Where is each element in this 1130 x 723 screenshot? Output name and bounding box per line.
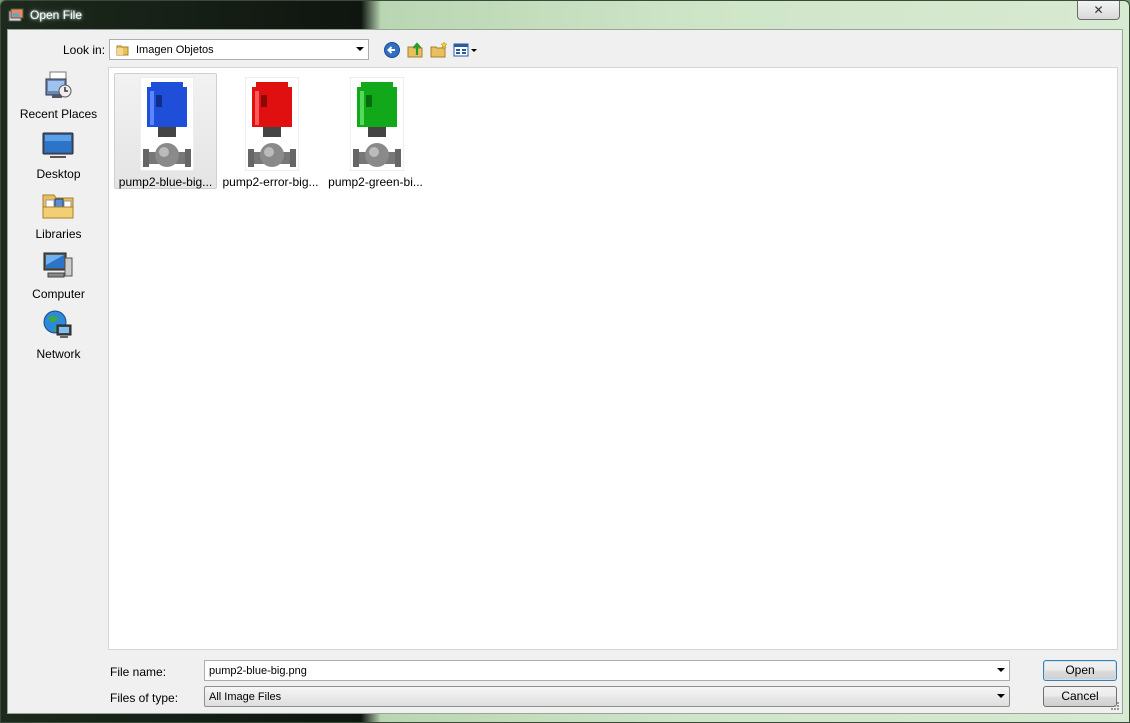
pump-green-thumbnail [350,77,404,171]
network-icon [43,310,72,338]
look-in-combo[interactable]: Imagen Objetos [109,39,369,60]
computer-icon [43,252,73,278]
place-network[interactable]: Network [9,309,108,369]
close-button[interactable]: ✕ [1077,1,1120,20]
file-type-label: Files of type: [110,691,179,705]
open-file-dialog: Open File ✕ Look in: Imagen Objetos Rece… [0,0,1130,723]
file-name: pump2-green-bi... [328,175,423,189]
up-folder-icon[interactable] [406,41,424,59]
close-icon: ✕ [1093,3,1104,17]
chevron-down-icon[interactable] [356,47,364,51]
cancel-button[interactable]: Cancel [1043,686,1117,707]
pump-red-thumbnail [245,77,299,171]
pump-blue-thumbnail [140,77,194,171]
back-arrow-icon[interactable] [383,41,401,59]
look-in-value: Imagen Objetos [136,44,214,56]
file-item-pump2-green[interactable]: pump2-green-bi... [324,73,427,189]
file-type-select[interactable]: All Image Files [204,686,1010,707]
place-computer[interactable]: Computer [9,249,108,309]
place-libraries[interactable]: Libraries [9,189,108,249]
desktop-icon [42,132,74,158]
look-in-label: Look in: [63,43,106,57]
chevron-down-icon[interactable] [997,668,1005,672]
chevron-down-icon[interactable] [997,694,1005,698]
file-name-label: File name: [110,665,167,679]
place-label: Network [36,347,81,361]
place-label: Desktop [36,167,81,181]
recent-places-icon [45,71,72,98]
dialog-body: Look in: Imagen Objetos Recent Places De… [7,29,1123,714]
open-button[interactable]: Open [1043,660,1117,681]
new-folder-icon[interactable] [430,41,448,59]
view-menu-icon[interactable] [453,41,479,59]
file-name-field[interactable]: pump2-blue-big.png [204,660,1010,681]
title-bar[interactable]: Open File ✕ [1,1,1129,29]
libraries-icon [42,194,74,219]
file-name: pump2-blue-big... [118,175,213,189]
place-label: Computer [32,287,85,301]
file-name: pump2-error-big... [222,175,319,189]
window-title: Open File [30,8,83,22]
folder-icon [116,45,129,56]
place-label: Recent Places [19,107,98,121]
file-item-pump2-error[interactable]: pump2-error-big... [219,73,322,189]
place-desktop[interactable]: Desktop [9,129,108,189]
place-label: Libraries [35,227,82,241]
app-icon [8,8,24,22]
file-item-pump2-blue[interactable]: pump2-blue-big... [114,73,217,189]
resize-grip-icon[interactable] [1110,701,1120,711]
file-list[interactable]: pump2-blue-big... pump2-error-big... pum… [108,67,1118,650]
place-recent-places[interactable]: Recent Places [9,69,108,129]
file-name-value: pump2-blue-big.png [209,665,307,677]
file-type-value: All Image Files [209,691,282,703]
